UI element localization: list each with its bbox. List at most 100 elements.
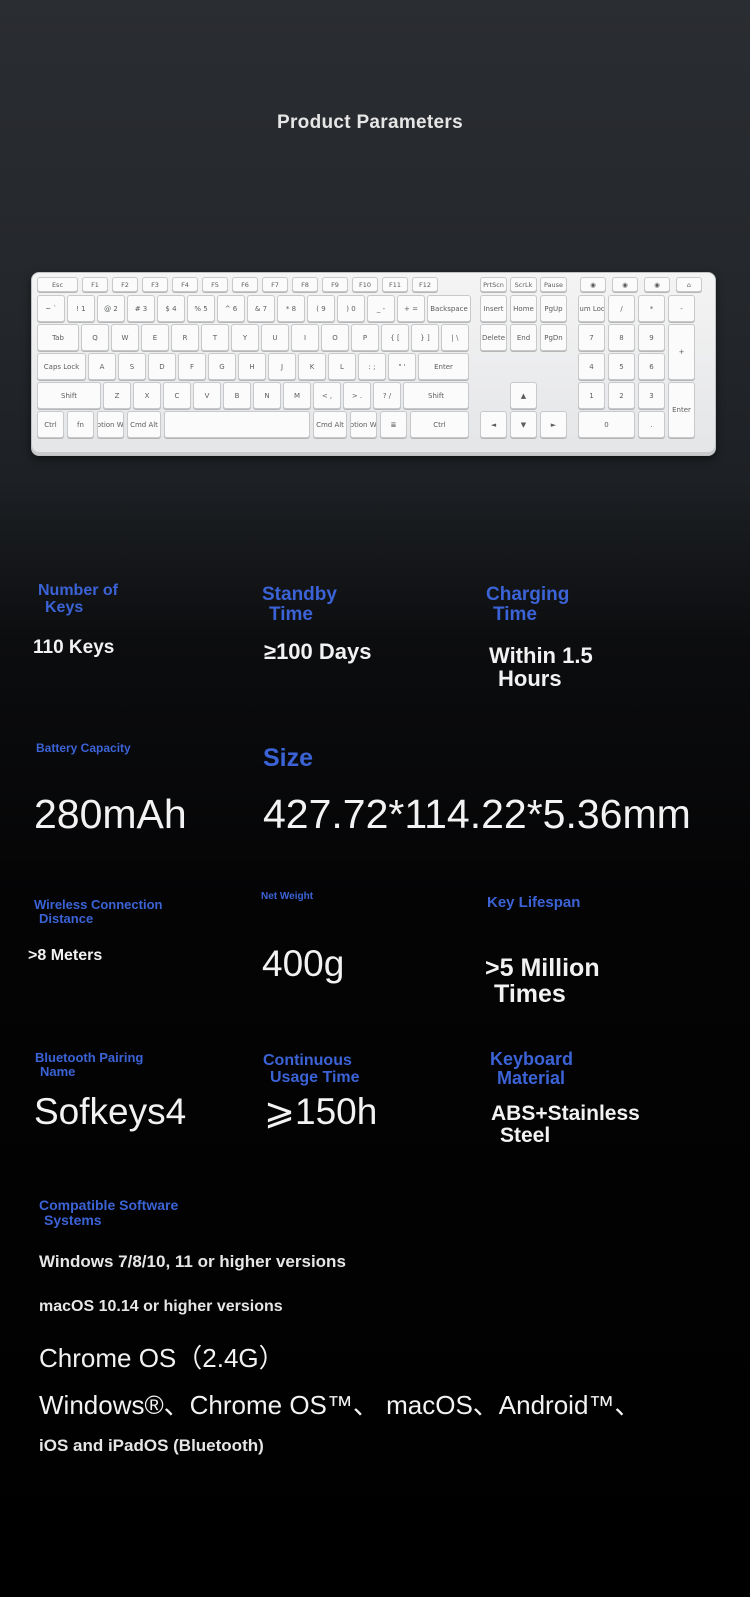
keycap: : ; <box>358 353 386 380</box>
keycap: F6 <box>232 277 258 292</box>
material-label-line2: Material <box>497 1067 566 1088</box>
material-label: Keyboard Material <box>490 1050 573 1088</box>
keycap: Insert <box>480 295 507 322</box>
keycap: & 7 <box>247 295 275 322</box>
keycap: J <box>268 353 296 380</box>
weight-label: Net Weight <box>261 891 314 902</box>
keycap: F9 <box>322 277 348 292</box>
keyboard-image: Esc F1 F2 F3 F4 F5 F6 F7 F8 F9 F10 F11 F12 PrtScn ScrL… <box>31 272 716 456</box>
standby-label-line1: Standby <box>262 584 337 605</box>
keycap: N <box>253 382 281 409</box>
page-title: Product Parameters <box>277 112 463 133</box>
keycap: End <box>510 324 537 351</box>
keycap: + <box>668 324 695 380</box>
keycap: 2 <box>608 382 635 409</box>
keycap: / <box>608 295 635 322</box>
keycap: 3 <box>638 382 665 409</box>
keycap: | \ <box>441 324 469 351</box>
weight-value: 400g <box>262 943 345 984</box>
keycap: + = <box>397 295 425 322</box>
keycap: P <box>351 324 379 351</box>
keycap: > . <box>343 382 371 409</box>
keycap: Tab <box>37 324 79 351</box>
keycap: Cmd Alt <box>313 411 347 438</box>
keycap: U <box>261 324 289 351</box>
media-key-icon: ◉ <box>612 277 638 292</box>
keycap: ▼ <box>510 411 537 438</box>
keycap: ≣ <box>380 411 407 438</box>
battery-label: Battery Capacity <box>36 741 131 755</box>
keycap: Q <box>81 324 109 351</box>
keycap: Shift <box>403 382 469 409</box>
keycap: Cmd Alt <box>127 411 161 438</box>
keycap: 9 <box>638 324 665 351</box>
lifespan-label: Key Lifespan <box>487 894 581 911</box>
wireless-label-line2: Distance <box>39 910 94 926</box>
lifespan-value: >5 Million Times <box>485 955 600 1008</box>
keycap: Enter <box>668 382 695 438</box>
compat-line-windows: Windows 7/8/10, 11 or higher versions <box>39 1252 346 1271</box>
keycap: Option Win <box>350 411 377 438</box>
keycap: # 3 <box>127 295 155 322</box>
keycap: A <box>88 353 116 380</box>
keycap: F8 <box>292 277 318 292</box>
keycap: Y <box>231 324 259 351</box>
usage-label-line2: Usage Time <box>270 1068 360 1086</box>
wireless-label-line1: Wireless Connection <box>34 897 163 912</box>
keycap: X <box>133 382 161 409</box>
keycap: O <box>321 324 349 351</box>
keycap: R <box>171 324 199 351</box>
usage-label: Continuous Usage Time <box>263 1052 360 1087</box>
keycap: $ 4 <box>157 295 185 322</box>
keycap: PgDn <box>540 324 567 351</box>
keycap: ! 1 <box>67 295 95 322</box>
keycap: F7 <box>262 277 288 292</box>
keycap: F4 <box>172 277 198 292</box>
keycap: } ] <box>411 324 439 351</box>
material-value-line1: ABS+Stainless <box>491 1102 640 1125</box>
keycap: S <box>118 353 146 380</box>
keycap: Enter <box>418 353 469 380</box>
compat-line-bluetooth-systems: Windows®、Chrome OS™、 macOS、Android™、 <box>39 1390 641 1420</box>
battery-value: 280mAh <box>34 791 187 837</box>
keycap: ScrLk <box>510 277 537 292</box>
keycap: L <box>328 353 356 380</box>
keycap: V <box>193 382 221 409</box>
keycap: M <box>283 382 311 409</box>
keycap: H <box>238 353 266 380</box>
keycap: 0 <box>578 411 635 438</box>
usage-label-line1: Continuous <box>263 1052 352 1069</box>
keycap: T <box>201 324 229 351</box>
lifespan-value-line1: >5 Million <box>485 954 600 982</box>
compat-label-line1: Compatible Software <box>39 1197 179 1213</box>
charging-value-line2: Hours <box>498 666 562 692</box>
keycap: G <box>208 353 236 380</box>
keycap: Backspace <box>427 295 471 322</box>
bt-name-label-line2: Name <box>40 1063 76 1079</box>
compat-label-line2: Systems <box>44 1211 102 1228</box>
compat-line-macos: macOS 10.14 or higher versions <box>39 1298 283 1315</box>
usage-value: ⩾150h <box>264 1091 378 1132</box>
size-value: 427.72*114.22*5.36mm <box>263 791 691 837</box>
keycap: C <box>163 382 191 409</box>
keycap: E <box>141 324 169 351</box>
keycap: Home <box>510 295 537 322</box>
keys-label-line2: Keys <box>45 598 84 616</box>
compat-label: Compatible Software Systems <box>39 1198 178 1227</box>
standby-label: Standby Time <box>262 585 337 625</box>
keycap: F12 <box>412 277 438 292</box>
keycap: ◄ <box>480 411 507 438</box>
standby-value: ≥100 Days <box>264 639 372 664</box>
keys-label-line1: Number of <box>38 582 118 599</box>
keycap: F1 <box>82 277 108 292</box>
keycap: fn <box>67 411 94 438</box>
keycap: 6 <box>638 353 665 380</box>
keycap: ~ ` <box>37 295 65 322</box>
keycap: Ctrl <box>37 411 64 438</box>
keycap: I <box>291 324 319 351</box>
charging-value-line1: Within 1.5 <box>489 643 593 668</box>
charging-label-line2: Time <box>493 603 538 625</box>
keycap: F3 <box>142 277 168 292</box>
bt-name-value: Sofkeys4 <box>34 1091 187 1132</box>
wireless-value: >8 Meters <box>28 947 103 964</box>
